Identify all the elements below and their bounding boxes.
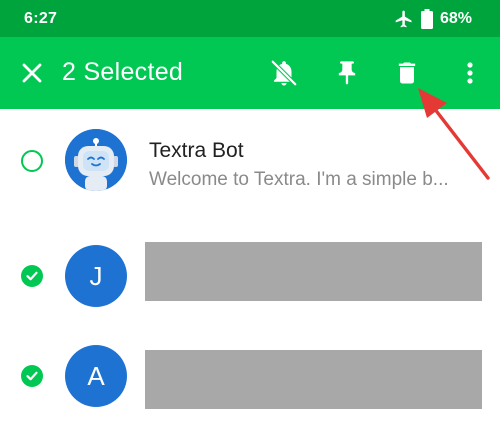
conversation-item-a[interactable]: A xyxy=(0,325,500,432)
contact-name: Textra Bot xyxy=(149,139,244,162)
status-bar: 6:27 68% xyxy=(0,0,500,37)
selected-check-icon[interactable] xyxy=(21,365,43,387)
conversation-item-textra-bot[interactable]: Textra Bot Welcome to Textra. I'm a simp… xyxy=(0,109,500,217)
more-options-icon[interactable] xyxy=(452,55,488,91)
redacted-conversation-content xyxy=(145,350,482,409)
selected-check-icon[interactable] xyxy=(21,265,43,287)
battery-icon xyxy=(420,8,433,29)
pin-icon[interactable] xyxy=(329,55,365,91)
message-snippet: Welcome to Textra. I'm a simple b... xyxy=(149,169,449,190)
airplane-mode-icon xyxy=(394,9,414,29)
delete-icon[interactable] xyxy=(389,55,425,91)
screen: 6:27 68% 2 Selected Textra Bot Welcome t… xyxy=(0,0,500,432)
unselected-checkbox[interactable] xyxy=(21,150,43,172)
selection-action-bar: 2 Selected xyxy=(0,37,500,109)
avatar: J xyxy=(65,245,127,307)
robot-icon xyxy=(65,129,127,191)
mute-notifications-icon[interactable] xyxy=(266,55,302,91)
close-icon[interactable] xyxy=(14,55,50,91)
avatar: A xyxy=(65,345,127,407)
redacted-conversation-content xyxy=(145,242,482,301)
status-icons: 68% xyxy=(394,8,472,29)
selection-count-title: 2 Selected xyxy=(62,58,184,86)
battery-percentage: 68% xyxy=(439,9,472,27)
conversation-item-j[interactable]: J xyxy=(0,217,500,325)
status-time: 6:27 xyxy=(24,9,58,27)
